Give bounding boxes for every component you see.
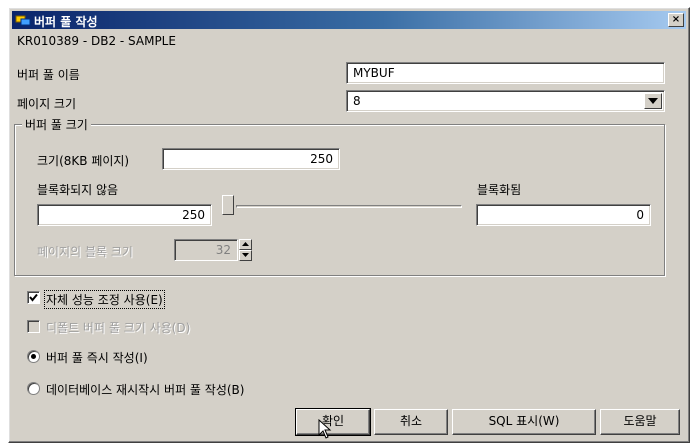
- size-input[interactable]: 250: [162, 148, 340, 170]
- spin-down-icon: [239, 250, 252, 261]
- ok-button[interactable]: 확인: [295, 408, 371, 436]
- create-on-restart-radio[interactable]: [27, 382, 40, 395]
- non-blocked-label: 블록화되지 않음: [37, 183, 119, 197]
- mouse-cursor-icon: [318, 419, 332, 439]
- blocked-label: 블록화됨: [477, 183, 522, 197]
- buffer-pool-name-label: 버퍼 풀 이름: [17, 68, 80, 82]
- close-button[interactable]: ×: [668, 13, 684, 27]
- title-bar[interactable]: 버퍼 풀 작성 ×: [12, 11, 686, 29]
- checkmark-icon: [29, 293, 38, 302]
- show-sql-button[interactable]: SQL 표시(W): [452, 409, 596, 435]
- page-size-label: 페이지 크기: [17, 97, 77, 111]
- block-slider-track[interactable]: [236, 205, 462, 208]
- buffer-pool-icon: [15, 15, 31, 26]
- non-blocked-input[interactable]: 250: [37, 204, 212, 226]
- create-on-restart-label[interactable]: 데이터베이스 재시작시 버퍼 풀 작성(B): [46, 381, 244, 398]
- default-size-label: 디폴트 버퍼 풀 크기 사용(D): [46, 321, 191, 335]
- page-size-select[interactable]: 8: [346, 90, 665, 112]
- self-tuning-label[interactable]: 자체 성능 조정 사용(E): [44, 290, 165, 309]
- page-size-value: 8: [353, 94, 361, 108]
- blocked-input[interactable]: 0: [476, 204, 651, 226]
- default-size-checkbox: [27, 320, 40, 333]
- chevron-down-icon[interactable]: [644, 93, 662, 109]
- help-button[interactable]: 도움말: [600, 409, 680, 435]
- cancel-button[interactable]: 취소: [374, 409, 448, 435]
- self-tuning-checkbox[interactable]: [27, 291, 40, 304]
- window-title: 버퍼 풀 작성: [34, 15, 98, 29]
- buffer-pool-name-input[interactable]: MYBUF: [346, 62, 665, 84]
- buffer-pool-size-legend: 버퍼 풀 크기: [22, 116, 91, 133]
- create-now-radio[interactable]: [27, 350, 40, 363]
- connection-subtitle: KR010389 - DB2 - SAMPLE: [17, 34, 176, 48]
- size-label: 크기(8KB 페이지): [37, 154, 130, 168]
- block-slider-thumb[interactable]: [222, 195, 234, 215]
- spin-up-icon: [239, 239, 252, 250]
- block-size-spinner: [239, 239, 252, 261]
- block-size-label: 페이지의 블록 크기: [37, 245, 133, 259]
- block-size-input: 32: [174, 239, 238, 261]
- create-now-label[interactable]: 버퍼 풀 즉시 작성(I): [46, 349, 148, 366]
